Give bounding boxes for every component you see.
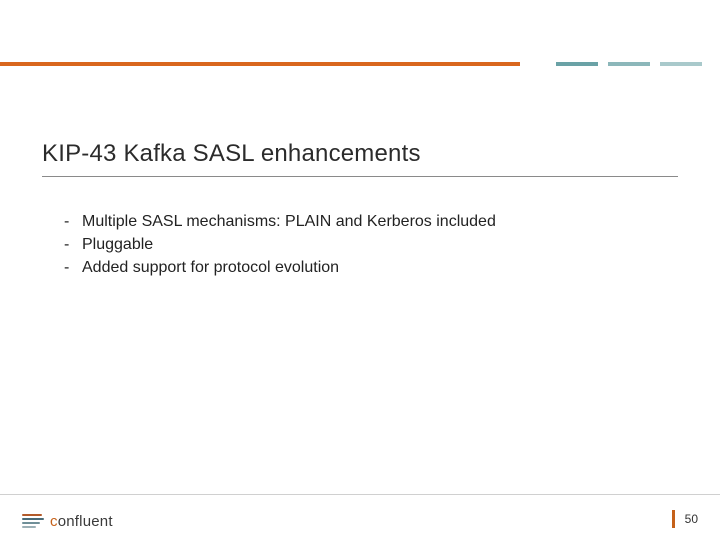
bullet-marker: - <box>64 233 82 256</box>
list-item: - Pluggable <box>64 233 670 256</box>
bullet-list: - Multiple SASL mechanisms: PLAIN and Ke… <box>64 210 670 280</box>
accent-teal-1 <box>556 62 598 66</box>
accent-teal-2 <box>608 62 650 66</box>
slide: KIP-43 Kafka SASL enhancements - Multipl… <box>0 0 720 540</box>
bullet-marker: - <box>64 210 82 233</box>
title-block: KIP-43 Kafka SASL enhancements <box>42 140 678 177</box>
footer: confluent 50 <box>0 494 720 540</box>
slide-title: KIP-43 Kafka SASL enhancements <box>42 140 678 174</box>
title-underline <box>42 176 678 177</box>
list-item: - Added support for protocol evolution <box>64 256 670 279</box>
page-divider-icon <box>672 510 675 528</box>
brand-logo: confluent <box>22 513 113 530</box>
footer-divider <box>0 494 720 495</box>
top-accent-bar <box>0 62 720 66</box>
page-number: 50 <box>685 512 698 526</box>
accent-orange <box>0 62 520 66</box>
accent-teal-3 <box>660 62 702 66</box>
bullet-marker: - <box>64 256 82 279</box>
bullet-text: Multiple SASL mechanisms: PLAIN and Kerb… <box>82 210 670 233</box>
brand-rest: onfluent <box>58 513 113 530</box>
bullet-text: Added support for protocol evolution <box>82 256 670 279</box>
list-item: - Multiple SASL mechanisms: PLAIN and Ke… <box>64 210 670 233</box>
logo-mark-icon <box>22 514 44 530</box>
bullet-text: Pluggable <box>82 233 670 256</box>
page-number-block: 50 <box>672 510 698 528</box>
brand-accent-letter: c <box>50 513 58 530</box>
brand-name: confluent <box>50 513 113 530</box>
